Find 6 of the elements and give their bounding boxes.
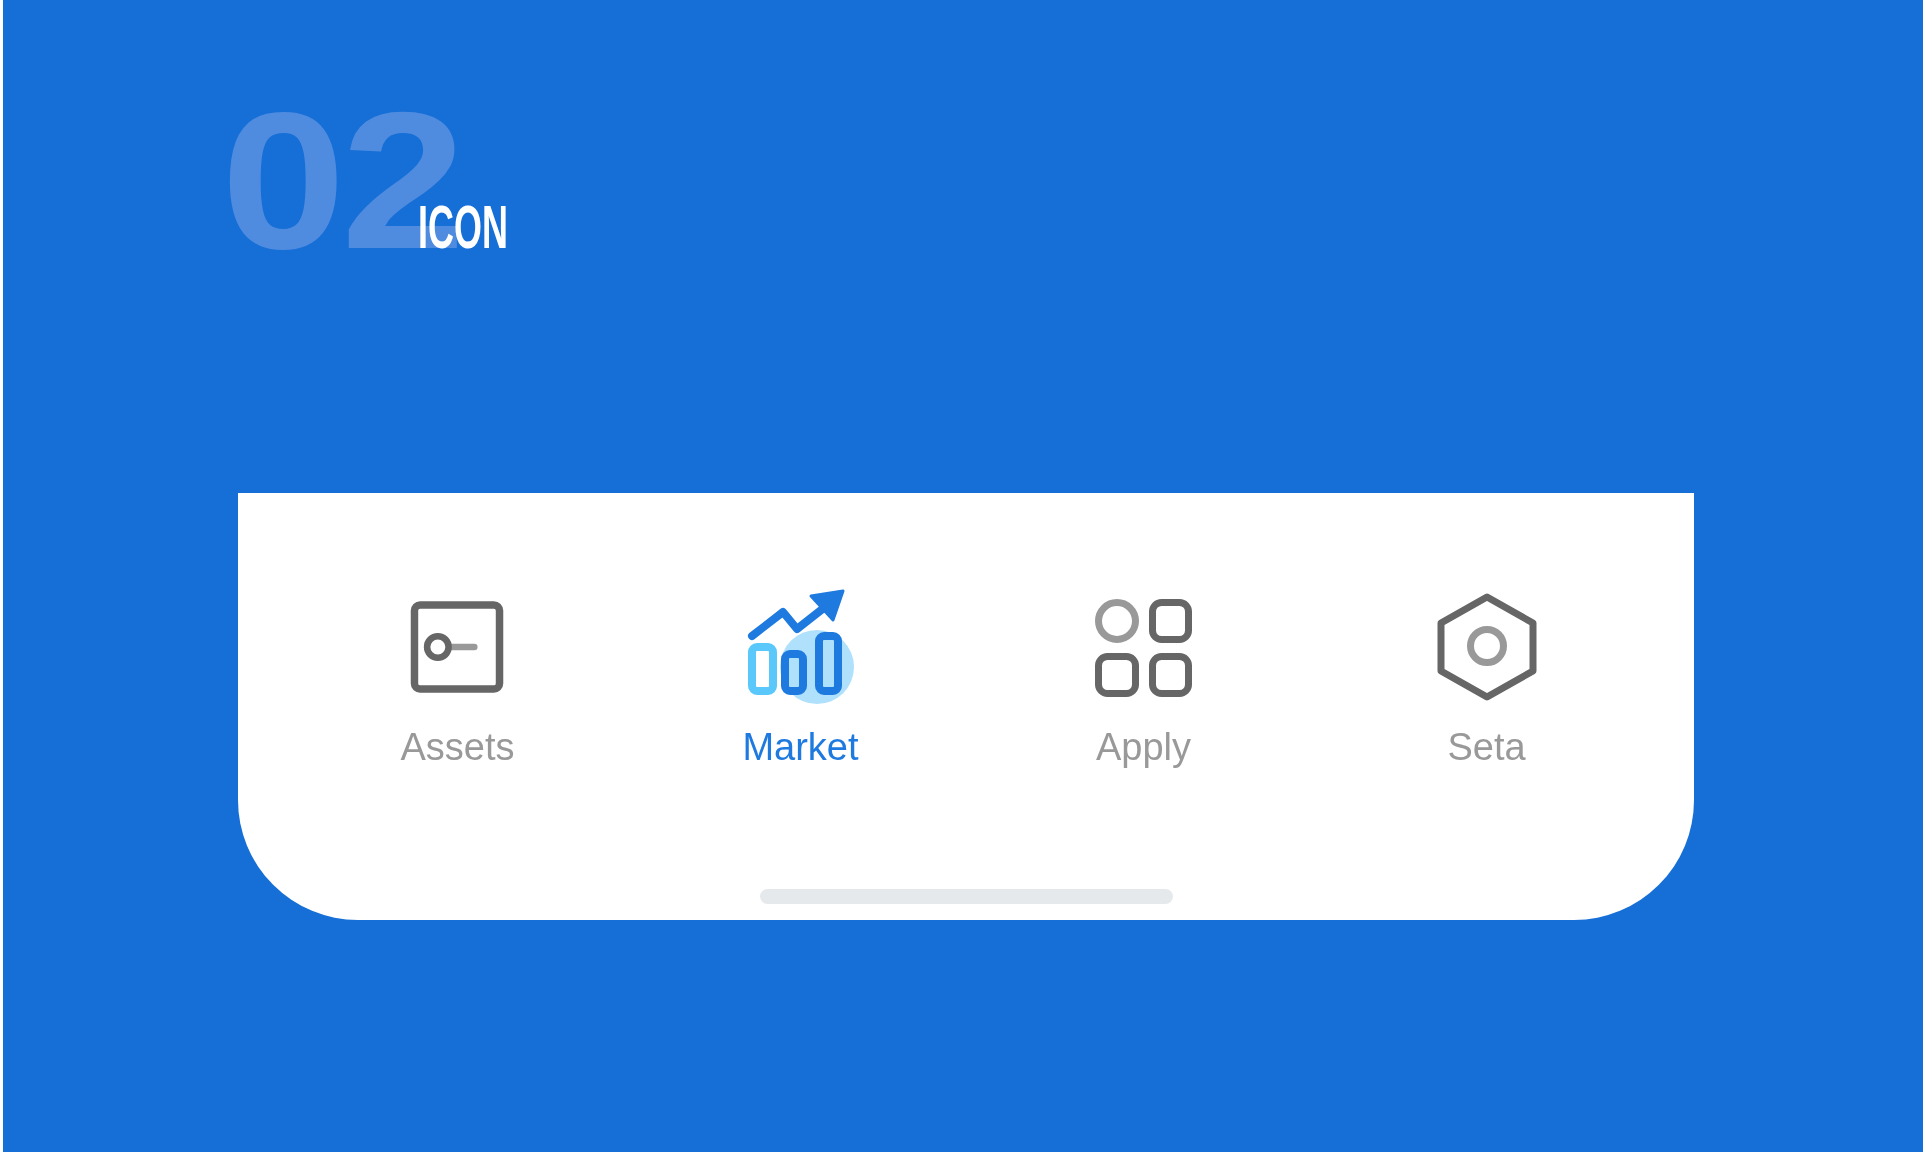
nav-tab[interactable]: Apply bbox=[1094, 588, 1193, 770]
nav-tab[interactable]: Seta bbox=[1435, 588, 1538, 770]
hex-nut-icon bbox=[1435, 592, 1538, 702]
nav-tab[interactable]: Assets bbox=[400, 588, 515, 770]
nav-tab[interactable]: Market bbox=[742, 588, 859, 770]
grid-icon bbox=[1094, 597, 1193, 697]
